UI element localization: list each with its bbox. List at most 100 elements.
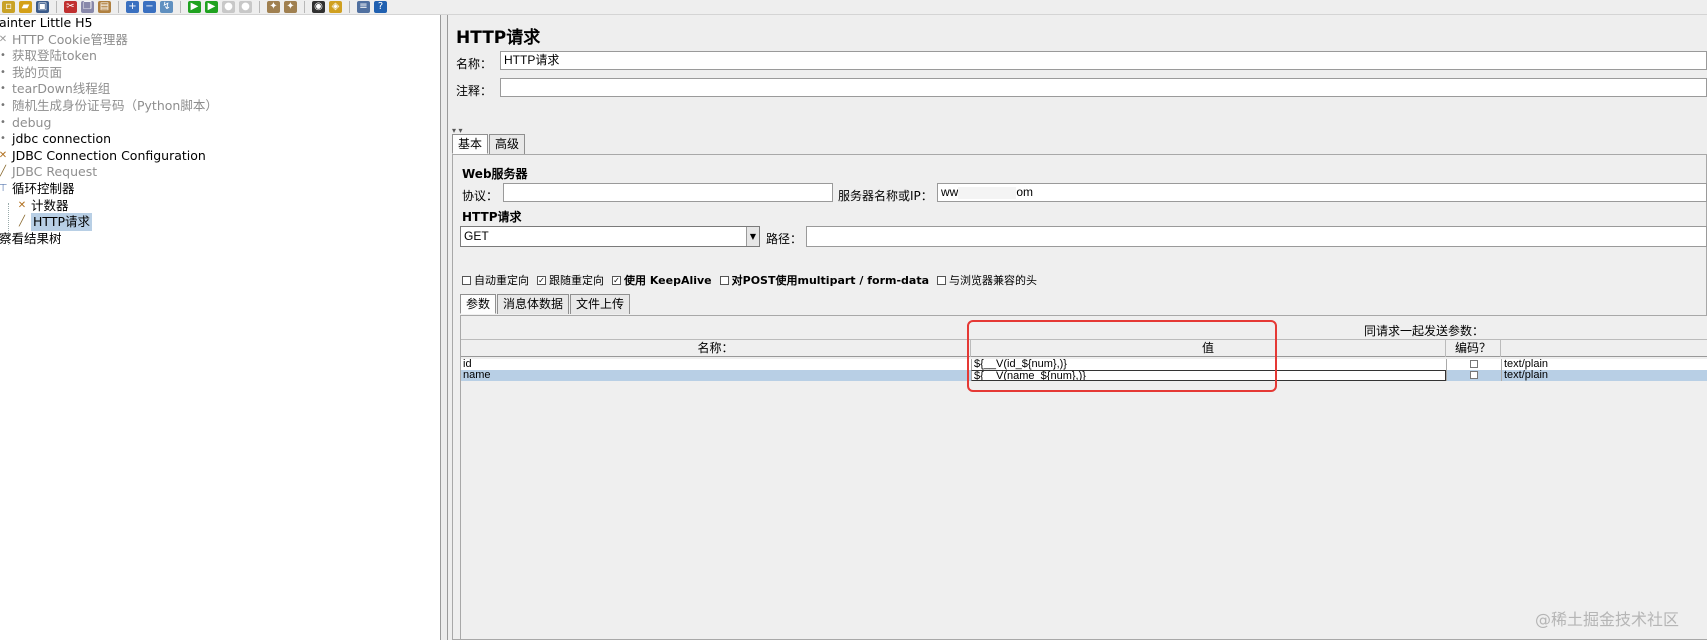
tree-item[interactable]: ✕ 计数器	[16, 197, 69, 215]
checkbox-empty-icon[interactable]	[719, 275, 729, 285]
column-header-name[interactable]: 名称：	[461, 340, 971, 357]
collapse-icon[interactable]: −	[143, 1, 156, 13]
tab-files-upload[interactable]: 文件上传	[570, 294, 631, 314]
server-value-suffix: om	[1016, 185, 1034, 199]
option-checkbox[interactable]: ✓ 跟随重定向	[537, 272, 604, 288]
loop-controller-icon: ⊤	[0, 183, 8, 194]
node-icon: •	[0, 100, 6, 111]
tree-item[interactable]: ╱ HTTP请求	[16, 213, 92, 232]
name-input[interactable]: HTTP请求	[500, 51, 1707, 70]
column-header-encode[interactable]: 编码？	[1446, 340, 1501, 357]
tree-item[interactable]: • 随机生成身份证号码（Python脚本）	[0, 97, 218, 115]
web-server-label: Web服务器	[462, 167, 528, 181]
toolbar-separator	[349, 1, 350, 13]
watermark: @稀土掘金技术社区	[1534, 610, 1679, 629]
paste-icon[interactable]: ▤	[98, 1, 111, 13]
new-icon[interactable]: ▫	[2, 1, 15, 13]
tree-item[interactable]: ainter Little H5	[0, 14, 93, 32]
path-label: 路径：	[766, 232, 803, 246]
tree-item-label: tearDown线程组	[12, 81, 111, 97]
tree-item-label: JDBC Connection Configuration	[12, 147, 206, 163]
tree-item[interactable]: ╱ JDBC Request	[0, 163, 97, 181]
panel-splitter[interactable]	[440, 15, 448, 640]
toggle-icon[interactable]: ↯	[160, 1, 173, 13]
protocol-input[interactable]	[503, 183, 833, 202]
tab-advanced[interactable]: 高级	[489, 134, 526, 154]
option-checkbox[interactable]: ✓ 使用 KeepAlive	[612, 272, 712, 288]
config-tabs: 基本 高级	[452, 134, 526, 154]
sampler-icon: ╱	[18, 216, 26, 228]
stop-icon[interactable]: ●	[222, 1, 235, 13]
method-select[interactable]: GET ▼	[460, 226, 760, 247]
option-checkbox[interactable]: 对POST使用multipart / form-data	[719, 272, 930, 288]
http-request-label: HTTP请求	[462, 210, 522, 224]
method-value: GET	[464, 229, 489, 243]
tree-item[interactable]: ✕ JDBC Connection Configuration	[0, 147, 206, 165]
wrench-icon: ✕	[0, 33, 8, 45]
encode-checkbox[interactable]	[1470, 360, 1478, 368]
tree-item-label: 循环控制器	[12, 181, 75, 196]
tab-body-data[interactable]: 消息体数据	[497, 294, 570, 314]
comment-input[interactable]	[500, 78, 1707, 97]
option-checkbox[interactable]: 自动重定向	[462, 272, 529, 288]
node-icon: •	[0, 50, 6, 62]
start-icon[interactable]: ▶	[188, 1, 201, 13]
open-icon[interactable]: ▰	[19, 1, 32, 13]
cut-icon[interactable]: ✂	[64, 1, 77, 13]
test-plan-tree: ainter Little H5 ✕ HTTP Cookie管理器 • 获取登陆toke…	[0, 15, 440, 640]
chevron-down-icon[interactable]: ▼	[746, 227, 759, 246]
param-name-cell[interactable]: id	[461, 359, 971, 370]
toolbar-separator	[56, 1, 57, 13]
clear-icon[interactable]: ✦	[267, 1, 280, 13]
save-icon[interactable]: ▣	[36, 1, 49, 13]
toolbar-separator	[259, 1, 260, 13]
tree-item[interactable]: ✕ HTTP Cookie管理器	[0, 31, 128, 49]
config-icon: ✕	[17, 199, 27, 211]
tree-item[interactable]: • 我的页面	[0, 64, 62, 82]
tree-item-label: 察看结果树	[0, 230, 62, 246]
tree-item-label: debug	[12, 114, 52, 130]
server-value-mask	[958, 186, 1017, 199]
param-content-type-cell[interactable]: text/plain	[1501, 359, 1707, 370]
server-input[interactable]: ww om	[937, 183, 1707, 202]
checkbox-empty-icon[interactable]	[462, 275, 471, 285]
node-icon: •	[0, 66, 6, 78]
checkbox-empty-icon[interactable]	[937, 275, 947, 285]
param-encode-cell[interactable]	[1446, 370, 1501, 381]
tab-basic[interactable]: 基本	[452, 134, 489, 154]
encode-checkbox[interactable]	[1470, 371, 1478, 379]
function-helper-icon[interactable]: ≡	[357, 1, 370, 13]
checkmark-icon[interactable]: ✓	[537, 275, 546, 285]
tab-parameters[interactable]: 参数	[460, 294, 497, 314]
expand-icon[interactable]: +	[126, 1, 139, 13]
param-name-cell[interactable]: name	[461, 370, 971, 381]
sampler-icon: ╱	[0, 166, 7, 178]
option-label: 跟随重定向	[549, 274, 604, 287]
shutdown-icon[interactable]: ●	[239, 1, 252, 13]
clear-all-icon[interactable]: ✦	[284, 1, 297, 13]
start-no-pause-icon[interactable]: ▶	[205, 1, 218, 13]
reset-search-icon[interactable]: ◈	[329, 1, 342, 13]
search-icon[interactable]: ◉	[312, 1, 325, 13]
tree-item[interactable]: ⊤ 循环控制器	[0, 180, 75, 198]
tree-item[interactable]: • debug	[0, 114, 51, 132]
checkmark-icon[interactable]: ✓	[612, 275, 621, 285]
option-checkbox[interactable]: 与浏览器兼容的头	[937, 272, 1037, 288]
param-content-type-cell[interactable]: text/plain	[1501, 370, 1707, 381]
tree-item[interactable]: • jdbc connection	[0, 130, 111, 148]
comment-label: 注释：	[456, 84, 493, 98]
option-label: 对POST使用multipart / form-data	[731, 274, 930, 287]
tree-item[interactable]: 察看结果树	[0, 230, 62, 248]
path-input[interactable]	[806, 226, 1707, 247]
option-label: 使用 KeepAlive	[624, 274, 712, 287]
column-header-content-type[interactable]	[1501, 340, 1707, 357]
node-icon: •	[0, 116, 6, 128]
toolbar-separator	[118, 1, 119, 13]
tree-item[interactable]: • tearDown线程组	[0, 80, 110, 98]
param-encode-cell[interactable]	[1446, 359, 1501, 370]
parameter-tabs: 参数 消息体数据 文件上传	[460, 294, 631, 314]
server-label: 服务器名称或IP：	[838, 189, 933, 203]
copy-icon[interactable]: ❐	[81, 1, 94, 13]
help-icon[interactable]: ?	[374, 1, 387, 13]
tree-item[interactable]: • 获取登陆token	[0, 47, 97, 65]
